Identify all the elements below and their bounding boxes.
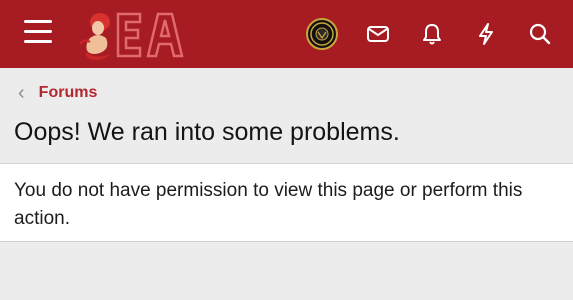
chevron-left-icon: ‹ — [18, 82, 25, 104]
menu-icon[interactable] — [24, 20, 52, 48]
breadcrumb[interactable]: ‹ Forums — [18, 82, 98, 104]
breadcrumb-label[interactable]: Forums — [39, 84, 98, 102]
error-message: You do not have permission to view this … — [0, 164, 573, 242]
breadcrumb-area: ‹ Forums Oops! We ran into some problems… — [0, 68, 573, 164]
bell-icon[interactable] — [419, 21, 445, 47]
logo-text: EA — [76, 8, 78, 9]
search-icon[interactable] — [527, 21, 553, 47]
mail-icon[interactable] — [365, 21, 391, 47]
site-logo[interactable]: EA — [76, 8, 212, 62]
avatar[interactable] — [306, 18, 338, 50]
top-navigation-bar: EA — [0, 0, 573, 68]
lightning-icon[interactable] — [473, 21, 499, 47]
page-title: Oops! We ran into some problems. — [14, 118, 400, 146]
